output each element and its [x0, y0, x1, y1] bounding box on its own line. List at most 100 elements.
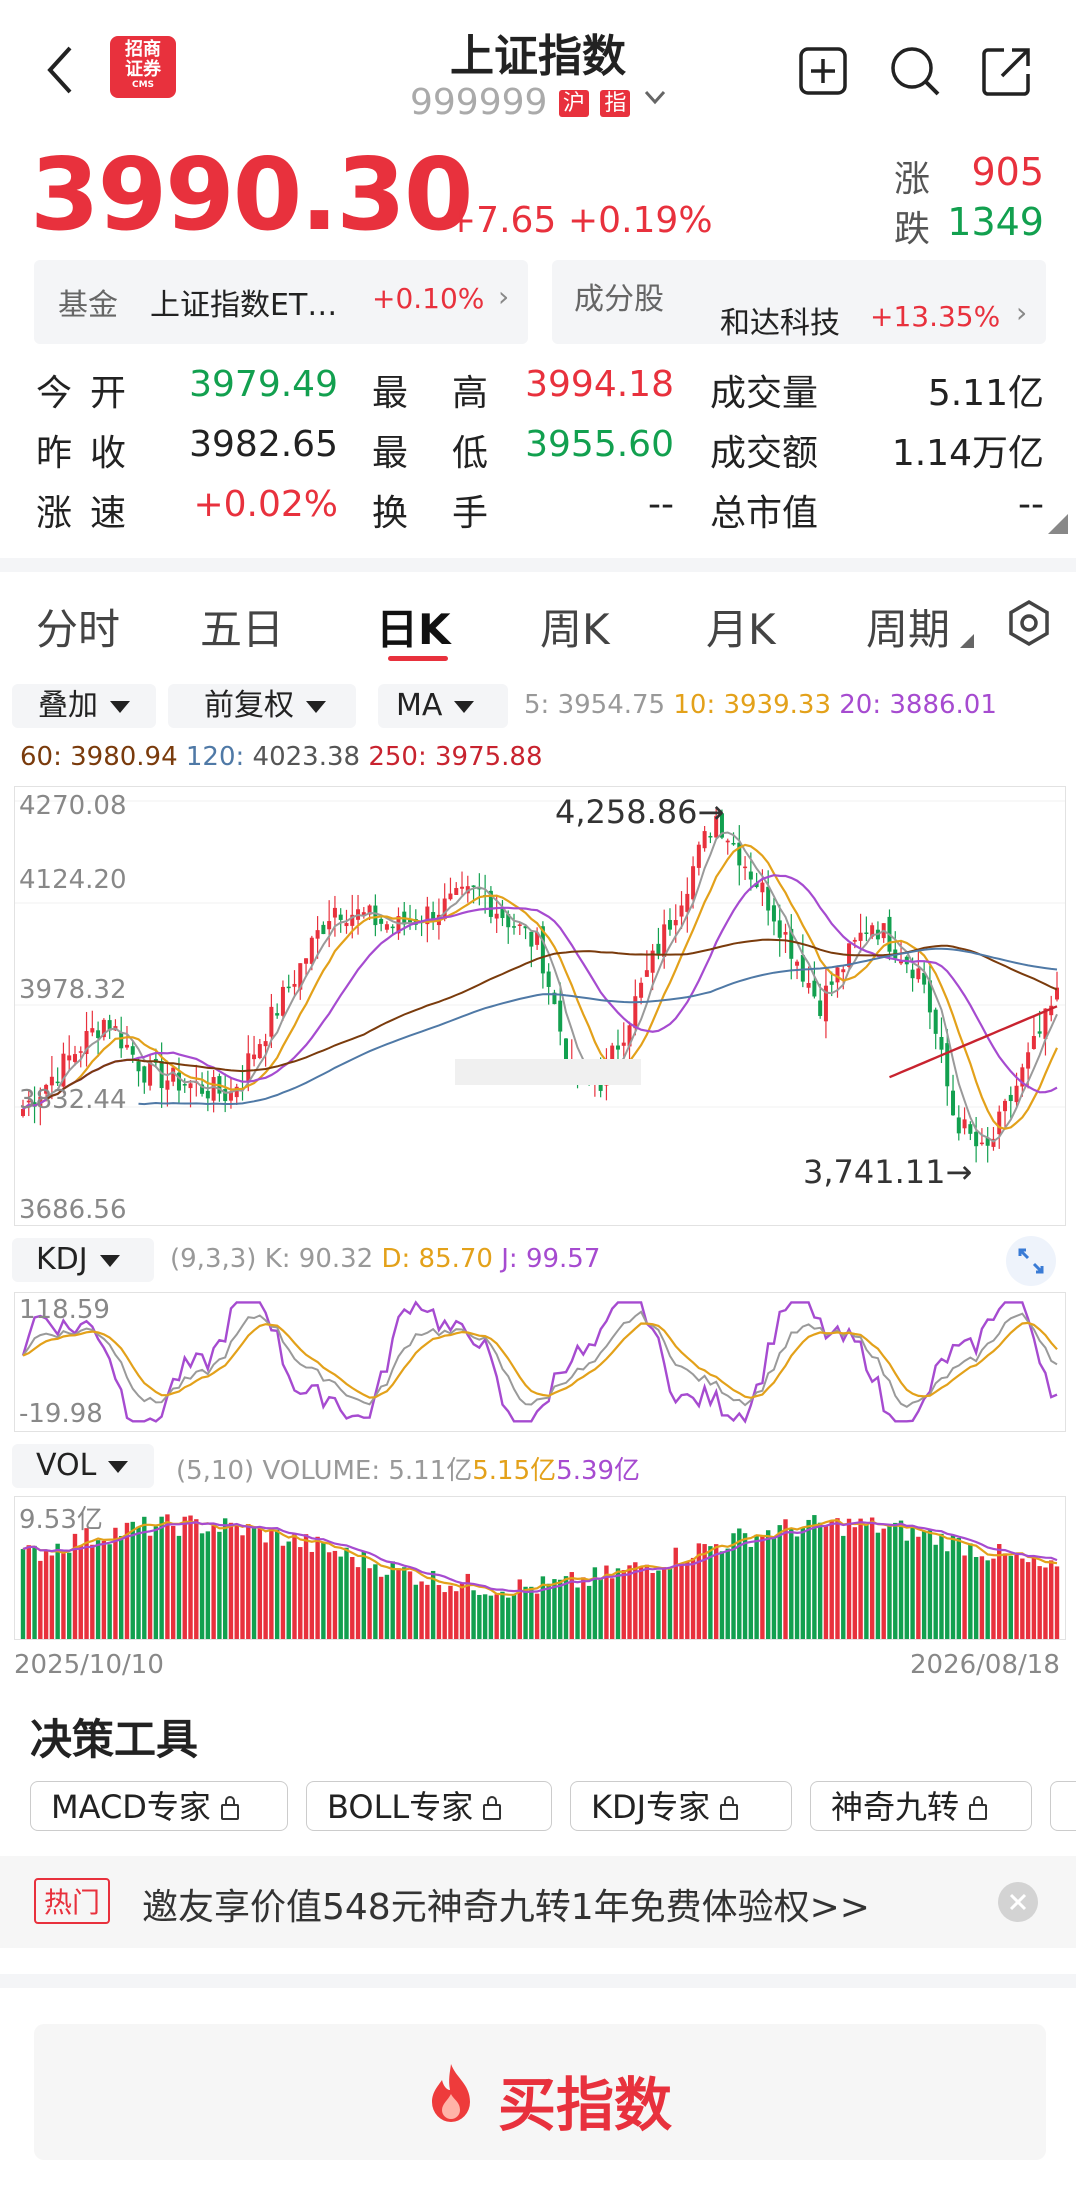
tab-five-day[interactable]: 五日: [200, 596, 284, 657]
promo-text: 邀友享价值548元神奇九转1年免费体验权>>: [142, 1887, 870, 1928]
ma120-value: 4023.38: [252, 742, 361, 772]
turnover-label: 换手: [372, 493, 533, 534]
page-title: 上证指数: [450, 31, 626, 82]
high-value: 3994.18: [525, 364, 674, 405]
tool-boll-button[interactable]: BOLL专家: [306, 1781, 552, 1831]
fund-label: 基金: [58, 288, 118, 323]
stock-code: 999999: [410, 82, 548, 123]
promo-close-button[interactable]: [998, 1882, 1038, 1922]
overlay-dropdown[interactable]: 叠加: [12, 684, 156, 728]
component-label: 成分股: [574, 282, 664, 317]
tool-nine-turn-button[interactable]: 神奇九转: [810, 1781, 1032, 1831]
high-point-label: 4,258.86→: [555, 793, 725, 831]
x-label-start: 2025/10/10: [14, 1650, 164, 1680]
kdj-y-top: 118.59: [19, 1295, 110, 1325]
speed-value: +0.02%: [193, 484, 338, 525]
buy-label: 买指数: [498, 2071, 673, 2139]
chevron-right-icon: ›: [498, 280, 510, 313]
chart-settings-button[interactable]: [1004, 598, 1054, 648]
kdj-values: (9,3,3) K: 90.32 D: 85.70 J: 99.57: [170, 1244, 600, 1274]
vol-dropdown[interactable]: VOL: [12, 1444, 154, 1488]
logo-line2: 证券: [125, 59, 161, 80]
buy-index-button[interactable]: 买指数: [34, 2024, 1046, 2160]
expand-chart-button[interactable]: [1006, 1236, 1056, 1286]
down-count: 1349: [947, 200, 1044, 244]
y-label-top: 4270.08: [19, 791, 127, 821]
expand-icon: [1018, 1248, 1044, 1274]
y-label-2: 4124.20: [19, 865, 127, 895]
tool-macd-label: MACD专家: [51, 1788, 211, 1826]
kdj-j-value: J: 99.57: [501, 1244, 601, 1274]
tool-kdj-label: KDJ专家: [591, 1788, 711, 1826]
tab-week-k[interactable]: 周K: [540, 596, 610, 657]
tools-title: 决策工具: [30, 1706, 198, 1767]
promo-banner[interactable]: 热门 邀友享价值548元神奇九转1年免费体验权>>: [0, 1856, 1076, 1948]
y-label-4: 3832.44: [19, 1085, 127, 1115]
prev-close-value: 3982.65: [189, 424, 338, 465]
tab-period[interactable]: 周期: [866, 596, 950, 657]
share-button[interactable]: [980, 44, 1034, 98]
adjust-label: 前复权: [204, 688, 294, 723]
caret-down-icon: [454, 700, 475, 713]
low-label: 最低: [372, 433, 533, 474]
back-button[interactable]: [40, 40, 80, 100]
adjust-dropdown[interactable]: 前复权: [168, 684, 356, 728]
vol-label: VOL: [36, 1448, 97, 1483]
volume-chart[interactable]: 9.53亿: [14, 1496, 1066, 1640]
high-label: 最高: [372, 373, 533, 414]
ma60-value: 60: 3980.94: [20, 742, 178, 772]
broker-logo: 招商 证券 CMS: [110, 36, 176, 98]
tab-month-k[interactable]: 月K: [706, 596, 776, 657]
vol-ma10-value: 5.39亿: [556, 1456, 641, 1486]
up-label: 涨: [894, 159, 931, 200]
market-badge: 沪: [558, 90, 589, 117]
logo-line1: 招商: [125, 39, 161, 60]
flame-icon: [432, 2064, 470, 2122]
expand-corner-icon[interactable]: [1048, 514, 1068, 534]
amount-label: 成交额: [710, 433, 819, 474]
amount-value: 1.14万亿: [891, 433, 1044, 474]
add-watchlist-button[interactable]: [798, 46, 848, 96]
vol-ma5-value: 5.15亿: [472, 1456, 557, 1486]
tool-more-button[interactable]: [1050, 1781, 1076, 1831]
kdj-dropdown[interactable]: KDJ: [12, 1238, 154, 1282]
x-label-end: 2026/08/18: [910, 1650, 1060, 1680]
kdj-canvas: [21, 1300, 1058, 1424]
open-value: 3979.49: [189, 364, 338, 405]
tab-day-k[interactable]: 日K: [376, 596, 451, 657]
ma-values-row1: 5: 3954.75 10: 3939.33 20: 3886.01: [524, 690, 997, 720]
high-point-value: 4,258.86: [555, 793, 698, 831]
tool-nine-turn-label: 神奇九转: [831, 1788, 960, 1826]
lock-icon: [483, 1796, 502, 1820]
kline-chart[interactable]: 4270.08 4124.20 3978.32 3832.44 3686.56 …: [14, 786, 1066, 1226]
low-value: 3955.60: [525, 424, 674, 465]
prev-close-label: 昨收: [36, 433, 145, 474]
tool-macd-button[interactable]: MACD专家: [30, 1781, 288, 1831]
caret-down-icon: [110, 700, 130, 713]
tools-title-text: 决策工具: [30, 1715, 199, 1764]
ma120-label: 120:: [185, 742, 253, 772]
component-name: 和达科技: [720, 306, 840, 341]
tab-minute[interactable]: 分时: [36, 596, 120, 657]
lock-icon: [969, 1796, 988, 1820]
crosshair-label: [455, 1059, 641, 1085]
search-button[interactable]: [888, 44, 942, 98]
fund-chip[interactable]: 基金 上证指数ET… +0.10% ›: [34, 260, 528, 344]
component-chip[interactable]: 成分股 和达科技 +13.35% ›: [552, 260, 1046, 344]
stock-code-selector[interactable]: 999999 沪 指: [410, 82, 680, 126]
ma5-value: 5: 3954.75: [524, 690, 666, 720]
fund-pct: +0.10%: [372, 282, 485, 315]
low-point-value: 3,741.11: [803, 1153, 946, 1191]
tool-boll-label: BOLL专家: [327, 1788, 474, 1826]
ma10-value: 10: 3939.33: [673, 690, 831, 720]
fund-name: 上证指数ET…: [150, 288, 338, 323]
indicator-dropdown[interactable]: MA: [378, 684, 508, 728]
low-point-label: 3,741.11→: [803, 1153, 973, 1191]
type-badge: 指: [600, 90, 631, 117]
chevron-down-icon: [644, 90, 665, 105]
caret-down-icon: [108, 1460, 129, 1473]
kdj-chart[interactable]: 118.59 -19.98: [14, 1292, 1066, 1432]
caret-down-icon: [99, 1254, 120, 1267]
tool-kdj-button[interactable]: KDJ专家: [570, 1781, 792, 1831]
lock-icon: [220, 1796, 239, 1820]
